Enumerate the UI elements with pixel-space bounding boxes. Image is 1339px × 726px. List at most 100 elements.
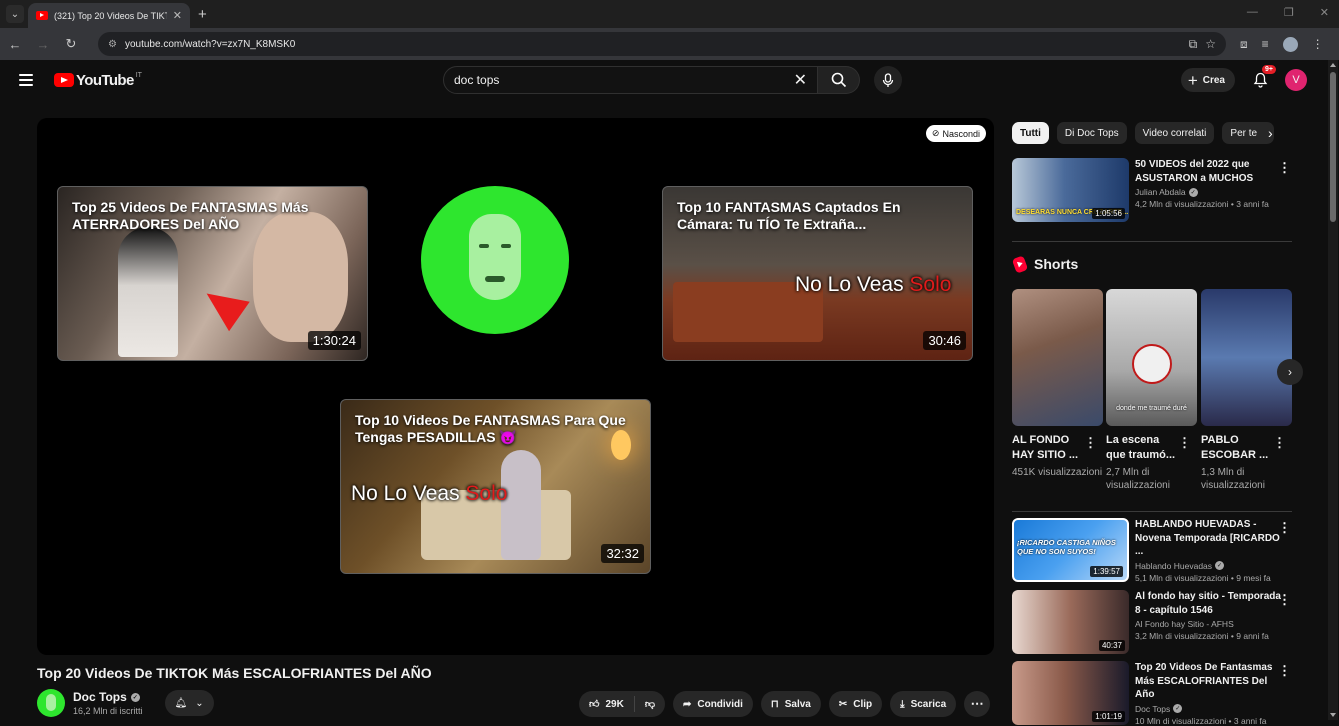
save-button[interactable]: ⊓ Salva <box>760 691 821 717</box>
chip-related[interactable]: Video correlati <box>1134 122 1215 144</box>
more-options-icon[interactable]: ⋮ <box>1178 435 1191 451</box>
site-info-icon[interactable]: ⚙ <box>108 39 117 50</box>
recommendation-channel[interactable]: Doc Tops <box>1135 704 1170 714</box>
chip-for-you[interactable]: Per te <box>1222 122 1275 144</box>
forward-icon[interactable]: → <box>36 37 50 52</box>
recommendation-title[interactable]: 50 VIDEOS del 2022 que ASUSTARON a MUCHO… <box>1135 158 1283 185</box>
shorts-next-button[interactable]: › <box>1277 359 1303 385</box>
chip-all[interactable]: Tutti <box>1012 122 1049 144</box>
browser-tab-strip: ⌄ (321) Top 20 Videos De TIKTOK Más ESCA… <box>0 0 1339 28</box>
youtube-logo[interactable]: YouTube IT <box>54 72 142 89</box>
divider <box>1012 241 1292 242</box>
browser-tab[interactable]: (321) Top 20 Videos De TIKTOK Más ESCALO… <box>28 3 190 28</box>
recommendation-thumbnail[interactable]: 40:37 <box>1012 590 1129 654</box>
short-title[interactable]: AL FONDO HAY SITIO ... <box>1012 433 1084 463</box>
close-tab-icon[interactable]: ✕ <box>173 9 182 22</box>
tab-search-button[interactable]: ⌄ <box>6 5 24 23</box>
restore-button[interactable]: ❐ <box>1284 6 1294 19</box>
recommendation-channel[interactable]: Hablando Huevadas <box>1135 561 1212 571</box>
recommendation-item[interactable]: DESEARAS NUNCA CRUZARTE... 1:05:56 50 VI… <box>1012 158 1297 222</box>
browser-menu-icon[interactable]: ⋮ <box>1312 37 1324 51</box>
short-views: 451K visualizzazioni <box>1012 466 1103 478</box>
recommendation-channel[interactable]: Julian Abdala <box>1135 187 1186 197</box>
close-window-button[interactable]: ✕ <box>1320 6 1329 19</box>
video-actions: 👍︎ 29K 👎︎ ➦ Condividi ⊓ Salva ✂ Clip ⤓ Scaric… <box>579 691 991 717</box>
more-options-icon[interactable]: ⋮ <box>1278 663 1291 679</box>
like-button[interactable]: 👍︎ 29K <box>579 696 635 712</box>
minimize-button[interactable]: — <box>1247 6 1258 19</box>
recommendation-item[interactable]: 1:01:19 Top 20 Videos De Fantasmas Más E… <box>1012 661 1297 726</box>
download-button[interactable]: ⤓ Scarica <box>890 691 957 717</box>
chevron-right-icon[interactable]: › <box>1268 125 1273 141</box>
media-controls-icon[interactable]: ≡ <box>1262 37 1269 51</box>
video-duration: 40:37 <box>1098 640 1125 651</box>
recommendation-item[interactable]: 40:37 Al fondo hay sitio - Temporada 8 -… <box>1012 590 1297 654</box>
short-title[interactable]: PABLO ESCOBAR ... <box>1201 433 1273 463</box>
short-item[interactable]: donde me traumé duré La escena que traum… <box>1106 289 1197 493</box>
search-input[interactable] <box>454 73 794 87</box>
short-thumbnail[interactable]: donde me traumé duré <box>1106 289 1197 426</box>
back-icon[interactable]: ← <box>8 37 22 52</box>
recommendation-title[interactable]: Top 20 Videos De Fantasmas Más ESCALOFRI… <box>1135 661 1283 702</box>
end-card-video[interactable]: Top 10 FANTASMAS Captados En Cámara: Tu … <box>662 186 973 361</box>
reload-icon[interactable]: ↻ <box>64 36 78 52</box>
upload-age: 3 anni fa <box>1236 199 1269 209</box>
end-card-video[interactable]: Top 25 Videos De FANTASMAS Más ATERRADOR… <box>57 186 368 361</box>
short-item[interactable]: PABLO ESCOBAR ... 1,3 Mln di visualizzaz… <box>1201 289 1292 493</box>
share-icon: ➦ <box>682 698 692 710</box>
channel-name[interactable]: Doc Tops <box>73 690 127 704</box>
bell-icon <box>1253 72 1267 88</box>
bookmark-star-icon[interactable]: ☆ <box>1205 37 1216 51</box>
more-options-icon[interactable]: ⋮ <box>1278 592 1291 608</box>
recommendation-thumbnail[interactable]: DESEARAS NUNCA CRUZARTE... 1:05:56 <box>1012 158 1129 222</box>
short-item[interactable]: AL FONDO HAY SITIO ... 451K visualizzazi… <box>1012 289 1103 479</box>
verified-icon: ✓ <box>1188 187 1198 197</box>
scrollbar-thumb[interactable] <box>1330 72 1336 222</box>
video-player[interactable]: ⊘ Nascondi Top 25 Videos De FANTASMAS Má… <box>37 118 994 655</box>
more-options-icon[interactable]: ⋮ <box>1273 435 1286 451</box>
channel-avatar[interactable] <box>37 689 65 717</box>
short-thumbnail[interactable] <box>1201 289 1292 426</box>
user-avatar[interactable]: V <box>1285 69 1307 91</box>
chip-from-channel[interactable]: Di Doc Tops <box>1056 122 1127 144</box>
recommendation-title[interactable]: HABLANDO HUEVADAS - Novena Temporada [RI… <box>1135 518 1283 559</box>
new-tab-button[interactable]: + <box>198 6 207 23</box>
recommendation-thumbnail[interactable]: ¡RICARDO CASTIGA NIÑOS QUE NO SON SUYOS!… <box>1012 518 1129 582</box>
notifications-button[interactable]: 9+ <box>1249 65 1276 91</box>
guide-menu-icon[interactable] <box>19 74 33 86</box>
view-count: 10 Mln di visualizzazioni <box>1135 715 1227 726</box>
share-button[interactable]: ➦ Condividi <box>672 691 753 717</box>
short-thumbnail[interactable] <box>1012 289 1103 426</box>
scroll-down-icon[interactable] <box>1330 713 1336 717</box>
short-title[interactable]: La escena que traumó... <box>1106 433 1178 463</box>
more-options-icon[interactable]: ⋮ <box>1084 435 1097 451</box>
end-card-channel-avatar[interactable] <box>421 186 569 334</box>
dislike-button[interactable]: 👎︎ <box>635 698 665 710</box>
country-code: IT <box>135 71 142 79</box>
subscription-bell-button[interactable]: 🔔︎ ⌄ <box>164 690 214 716</box>
page-scrollbar[interactable] <box>1328 60 1338 720</box>
more-actions-button[interactable]: ⋯ <box>964 691 991 717</box>
browser-toolbar: ← → ↻ ⚙ youtube.com/watch?v=zx7N_K8MSK0 … <box>0 28 1339 60</box>
recommendation-channel[interactable]: Al Fondo hay Sitio - AFHS <box>1135 619 1234 629</box>
extensions-icon[interactable]: ⧈ <box>1240 37 1248 52</box>
create-button[interactable]: + Crea <box>1180 68 1235 92</box>
scroll-up-icon[interactable] <box>1330 63 1336 67</box>
end-card-duration: 32:32 <box>601 544 644 563</box>
end-card-video[interactable]: Top 10 Videos De FANTASMAS Para Que Teng… <box>340 399 651 574</box>
recommendation-thumbnail[interactable]: 1:01:19 <box>1012 661 1129 725</box>
channel-face-mouth <box>485 276 505 282</box>
profile-avatar[interactable] <box>1282 36 1298 52</box>
clip-button[interactable]: ✂ Clip <box>828 691 883 717</box>
voice-search-button[interactable] <box>874 66 902 94</box>
address-bar[interactable]: ⚙ youtube.com/watch?v=zx7N_K8MSK0 ⧉ ☆ <box>98 32 1226 56</box>
recommendation-title[interactable]: Al fondo hay sitio - Temporada 8 - capít… <box>1135 590 1283 617</box>
search-button[interactable] <box>818 66 860 94</box>
clear-search-icon[interactable]: ✕ <box>794 70 807 90</box>
more-options-icon[interactable]: ⋮ <box>1278 520 1291 536</box>
hide-end-cards-button[interactable]: ⊘ Nascondi <box>925 125 986 142</box>
more-options-icon[interactable]: ⋮ <box>1278 160 1291 176</box>
search-bar: ✕ <box>443 66 902 94</box>
recommendation-item[interactable]: ¡RICARDO CASTIGA NIÑOS QUE NO SON SUYOS!… <box>1012 518 1297 583</box>
install-app-icon[interactable]: ⧉ <box>1189 37 1198 52</box>
